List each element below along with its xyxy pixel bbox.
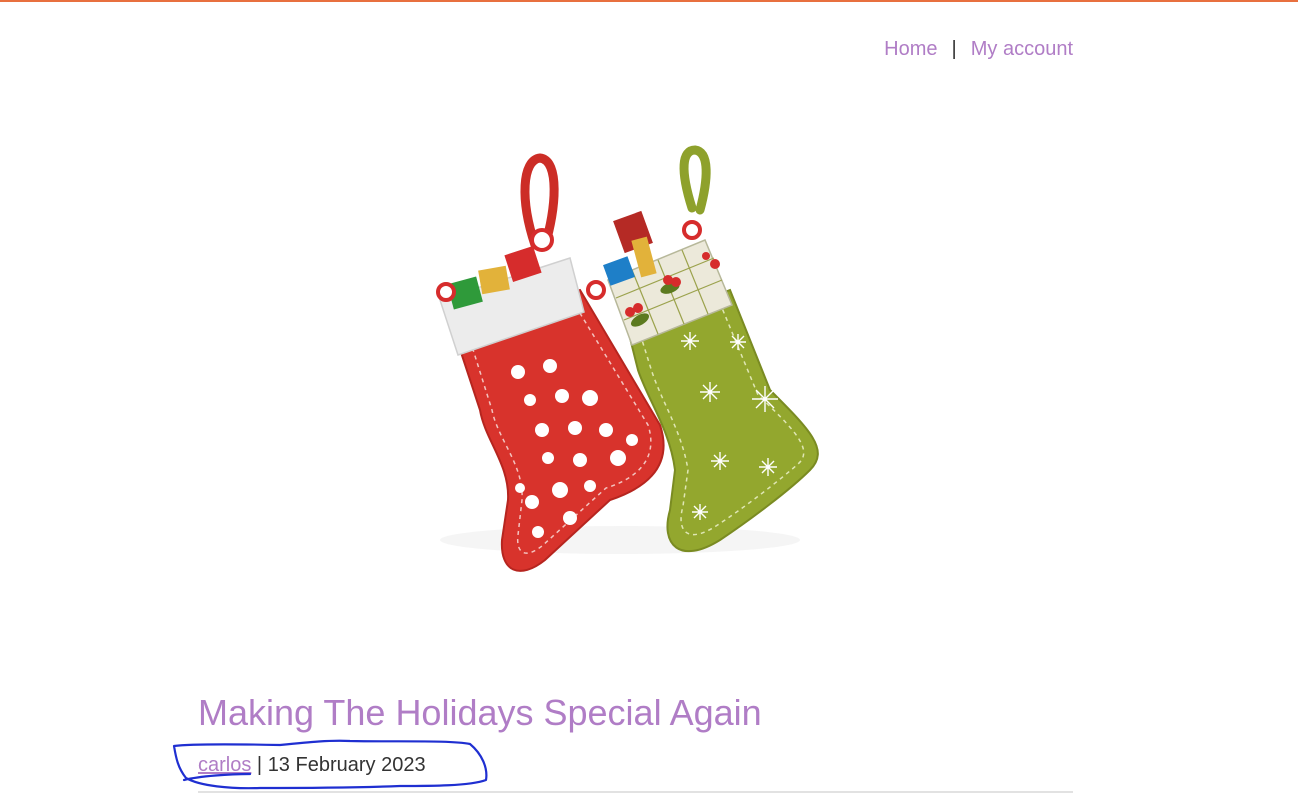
- post-title: Making The Holidays Special Again: [198, 692, 762, 733]
- nav-separator: |: [951, 38, 957, 60]
- green-stocking-loop: [679, 145, 711, 215]
- top-nav: Home | My account: [884, 38, 1073, 61]
- christmas-stockings-image: [436, 145, 819, 572]
- image-shadow: [440, 526, 800, 554]
- nav-my-account-link[interactable]: My account: [971, 38, 1073, 61]
- meta-separator: |: [256, 754, 263, 776]
- post-meta: carlos | 13 February 2023: [198, 754, 426, 777]
- post-date: 13 February 2023: [267, 754, 426, 776]
- nav-home-link[interactable]: Home: [884, 38, 937, 61]
- author-link[interactable]: carlos: [198, 754, 251, 776]
- post-divider: [198, 791, 1073, 793]
- top-border: [0, 0, 1298, 2]
